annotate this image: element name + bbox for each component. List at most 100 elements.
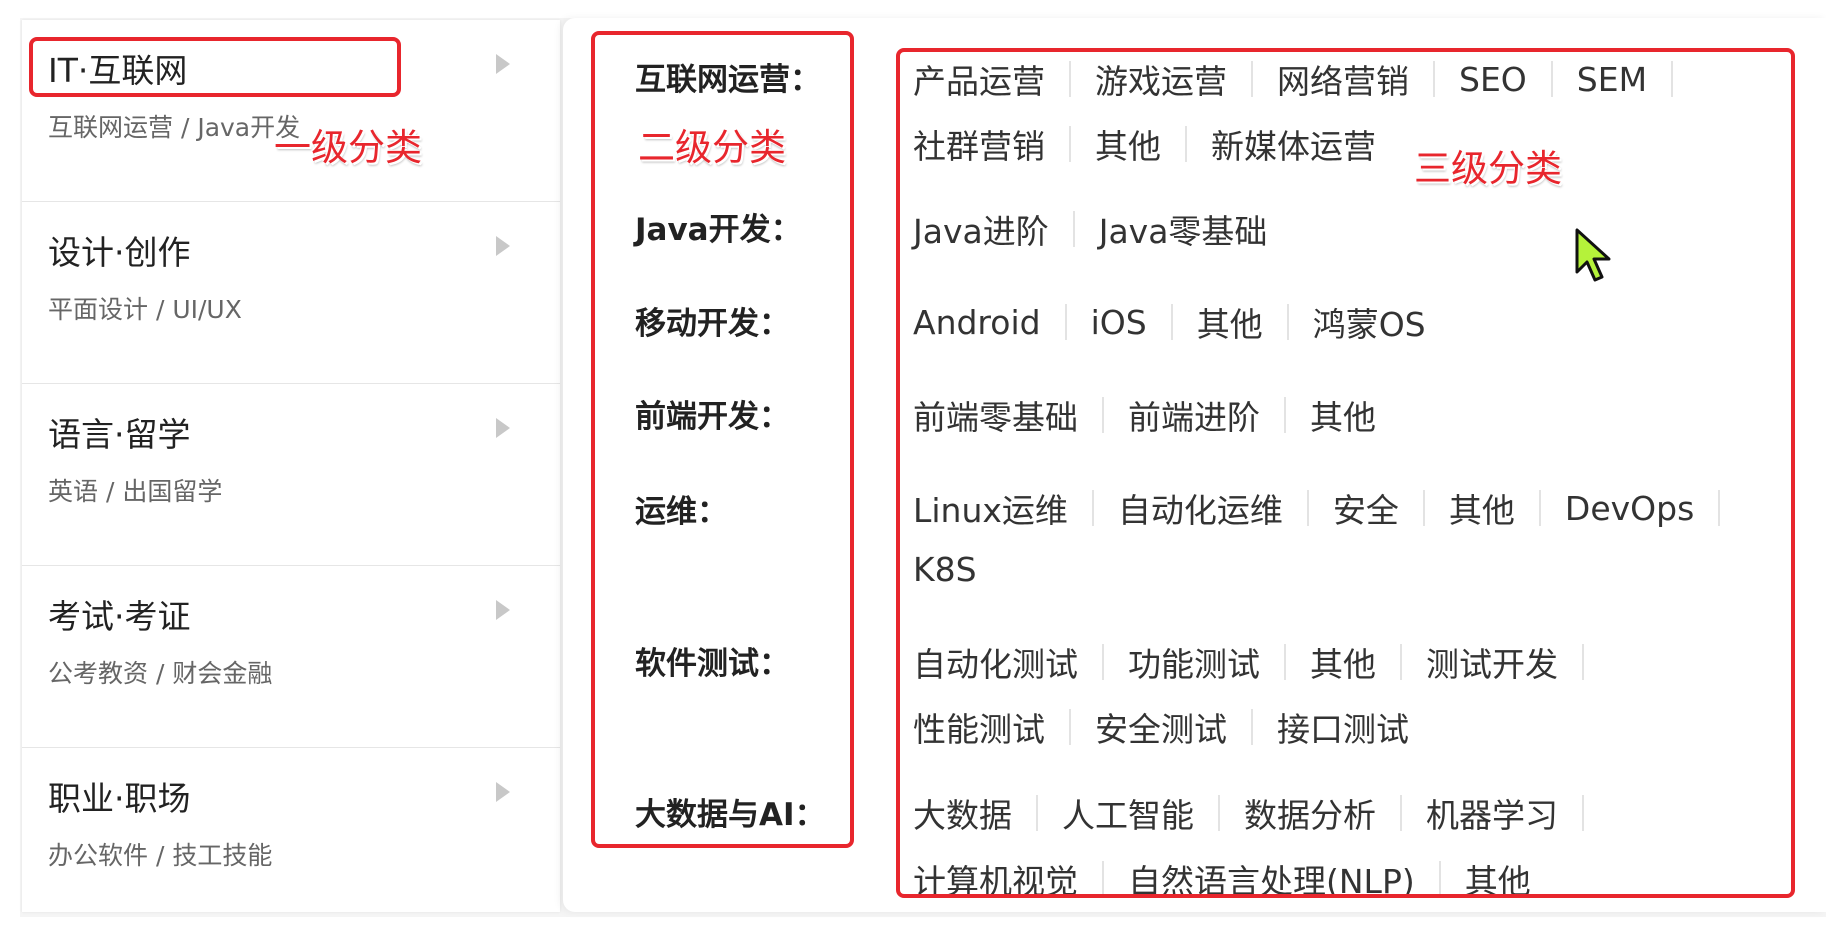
tag-link[interactable]: SEO [1459,60,1527,99]
tag-link[interactable]: 其他 [1310,391,1376,439]
section-label-mobile[interactable]: 移动开发： [635,298,790,343]
section-label-frontend[interactable]: 前端开发： [635,391,790,436]
tag-link[interactable]: 社群营销 [913,120,1045,168]
divider [1170,304,1173,340]
category-title: 考试·考证 [48,597,191,636]
tag-link[interactable]: 前端进阶 [1128,391,1260,439]
category-title: 语言·留学 [48,415,191,454]
tag-link[interactable]: 性能测试 [913,703,1045,751]
tag-link[interactable]: 安全测试 [1095,703,1227,751]
divider [1306,490,1309,526]
divider [1284,644,1286,680]
divider [1102,644,1104,680]
divider [1185,126,1187,162]
divider [1072,211,1075,247]
tag-link[interactable]: 游戏运营 [1095,55,1227,103]
tag-link[interactable]: Android [913,303,1041,342]
tag-link[interactable]: 新媒体运营 [1211,120,1376,168]
divider [1069,61,1071,97]
tag-link[interactable]: 安全 [1333,484,1399,532]
chevron-right-icon [496,600,510,620]
category-subtitle: 英语 / 出国留学 [48,477,223,506]
tag-link[interactable]: 鸿蒙OS [1313,298,1426,346]
tag-link[interactable]: 其他 [1465,855,1531,903]
annotation-label-level2: 二级分类 [638,126,786,169]
tag-row: Android iOS 其他 鸿蒙OS [913,298,1426,346]
tag-link[interactable]: 其他 [1310,638,1376,686]
tag-row: 自动化测试 功能测试 其他 测试开发 [913,638,1608,686]
tag-row: 前端零基础 前端进阶 其他 [913,391,1376,439]
tag-link[interactable]: 接口测试 [1277,703,1409,751]
category-subtitle: 平面设计 / UI/UX [48,295,242,324]
tag-link[interactable]: 大数据 [913,789,1012,837]
tag-link[interactable]: 机器学习 [1426,789,1558,837]
section-label-ops[interactable]: 运维： [635,486,728,531]
section-label-java[interactable]: Java开发： [635,204,802,249]
category-item-career[interactable]: 职业·职场 办公软件 / 技工技能 [22,748,560,930]
divider [1582,795,1584,831]
tag-row: K8S [913,550,977,589]
tag-link[interactable]: 自动化运维 [1118,484,1283,532]
divider [1091,490,1094,526]
divider [1069,709,1071,745]
divider [1064,304,1067,340]
divider [1582,644,1584,680]
divider [1251,709,1253,745]
tag-link[interactable]: iOS [1091,303,1147,342]
tag-link[interactable]: Linux运维 [913,484,1068,532]
tag-link[interactable]: 其他 [1449,484,1515,532]
divider [1102,861,1104,897]
tag-link[interactable]: 计算机视觉 [913,855,1078,903]
section-label-internet-ops[interactable]: 互联网运营： [635,54,821,99]
divider [1400,644,1402,680]
divider [1069,126,1071,162]
chevron-right-icon [496,54,510,74]
tag-link[interactable]: 测试开发 [1426,638,1558,686]
tag-row: 计算机视觉 自然语言处理(NLP) 其他 [913,855,1531,903]
tag-link[interactable]: Java零基础 [1099,205,1268,253]
divider [1671,61,1674,97]
tag-link[interactable]: SEM [1577,60,1647,99]
divider [1286,304,1289,340]
category-item-design[interactable]: 设计·创作 平面设计 / UI/UX [22,202,560,384]
divider [1102,397,1104,433]
divider [1251,61,1253,97]
category-title: 职业·职场 [48,779,191,818]
divider [1400,795,1402,831]
divider [1422,490,1425,526]
divider [1284,397,1286,433]
section-label-testing[interactable]: 软件测试： [635,638,790,683]
divider [1438,861,1441,897]
divider [1550,61,1553,97]
tag-link[interactable]: 前端零基础 [913,391,1078,439]
tag-link[interactable]: Java进阶 [913,205,1049,253]
section-label-bigdata-ai[interactable]: 大数据与AI： [635,789,826,834]
divider [1718,490,1721,526]
tag-link[interactable]: 网络营销 [1277,55,1409,103]
tag-link[interactable]: 产品运营 [913,55,1045,103]
tag-row: 社群营销 其他 新媒体运营 [913,120,1376,168]
category-subtitle: 公考教资 / 财会金融 [48,659,273,688]
category-item-it[interactable]: IT·互联网 互联网运营 / Java开发 [22,20,560,202]
tag-link[interactable]: 功能测试 [1128,638,1260,686]
tag-row: 大数据 人工智能 数据分析 机器学习 [913,789,1608,837]
tag-link[interactable]: 自动化测试 [913,638,1078,686]
divider [1036,795,1038,831]
category-subtitle: 互联网运营 / Java开发 [48,113,301,142]
tag-link[interactable]: 人工智能 [1062,789,1194,837]
divider [1218,795,1220,831]
category-item-exam[interactable]: 考试·考证 公考教资 / 财会金融 [22,566,560,748]
category-item-language[interactable]: 语言·留学 英语 / 出国留学 [22,384,560,566]
divider [1538,490,1541,526]
tag-link[interactable]: DevOps [1565,489,1694,528]
tag-link[interactable]: 其他 [1095,120,1161,168]
category-title: IT·互联网 [48,51,188,90]
tag-link[interactable]: K8S [913,550,977,589]
tag-link[interactable]: 自然语言处理(NLP) [1128,855,1415,903]
divider [1433,61,1435,97]
tag-row: Linux运维 自动化运维 安全 其他 DevOps [913,484,1744,532]
chevron-right-icon [496,782,510,802]
tag-link[interactable]: 数据分析 [1244,789,1376,837]
category-title: 设计·创作 [48,233,191,272]
tag-link[interactable]: 其他 [1197,298,1263,346]
